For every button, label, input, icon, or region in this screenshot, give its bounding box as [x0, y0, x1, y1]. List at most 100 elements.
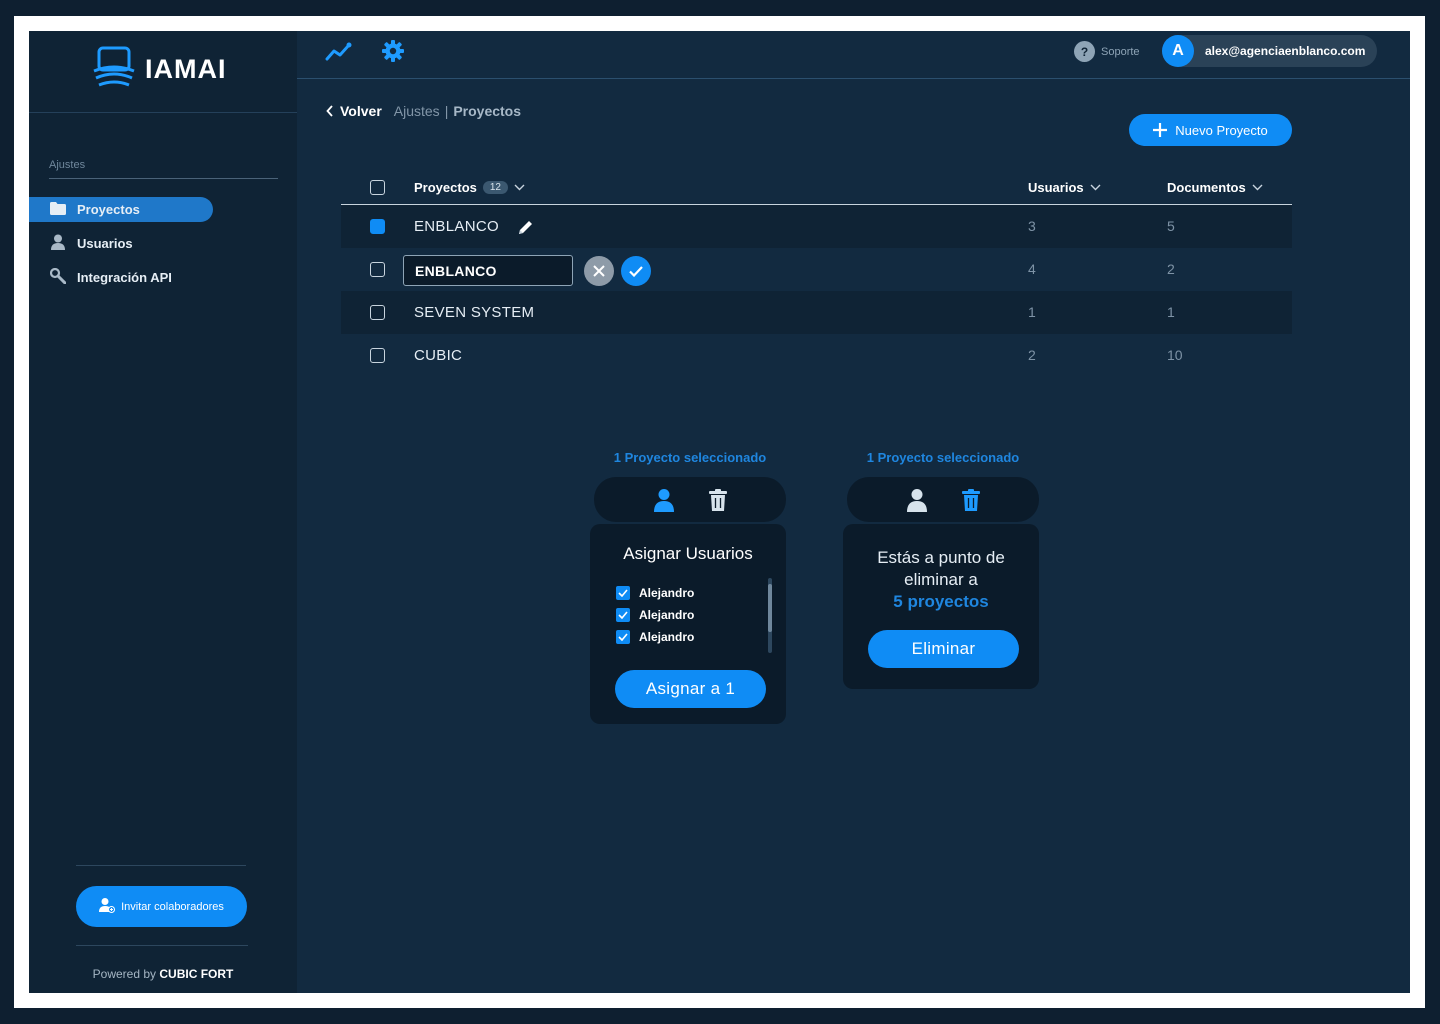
- divider: [49, 178, 278, 179]
- sidebar-item-label: Usuarios: [77, 236, 133, 251]
- sidebar-item-proyectos[interactable]: Proyectos: [29, 197, 213, 222]
- assign-users-card: Asignar Usuarios Alejandro Alejandro Ale…: [590, 524, 786, 724]
- powered-brand: CUBIC FORT: [159, 967, 234, 981]
- divider: [76, 945, 248, 946]
- delete-count: 5 proyectos: [893, 592, 989, 611]
- support-label: Soporte: [1101, 45, 1140, 58]
- users-count: 3: [1028, 218, 1036, 234]
- row-checkbox[interactable]: [370, 219, 385, 234]
- scrollbar[interactable]: [768, 578, 772, 653]
- column-label: Documentos: [1167, 180, 1246, 195]
- user-email: alex@agenciaenblanco.com: [1205, 44, 1366, 58]
- delete-confirm-card: Estás a punto de eliminar a 5 proyectos …: [843, 524, 1039, 689]
- app-window: IAMAI Ajustes Proyectos Usuarios Integra…: [29, 31, 1410, 993]
- support-link[interactable]: ? Soporte: [1074, 41, 1140, 62]
- gear-icon[interactable]: [382, 40, 404, 67]
- user-name: Alejandro: [639, 608, 695, 622]
- row-checkbox[interactable]: [370, 305, 385, 320]
- delete-message-line2: eliminar a: [904, 570, 978, 589]
- chevron-down-icon: [1090, 184, 1101, 191]
- analytics-icon[interactable]: [325, 40, 355, 69]
- users-count: 2: [1028, 347, 1036, 363]
- breadcrumb-separator: |: [444, 103, 449, 119]
- delete-message-line1: Estás a punto de: [877, 548, 1005, 567]
- divider: [297, 78, 1410, 79]
- user-checkbox-row[interactable]: Alejandro: [616, 626, 694, 648]
- trash-icon[interactable]: [962, 488, 980, 511]
- column-header-documentos[interactable]: Documentos: [1167, 180, 1263, 195]
- scrollbar-thumb[interactable]: [768, 584, 772, 632]
- table-row[interactable]: ENBLANCO 3 5: [341, 205, 1292, 248]
- divider: [76, 865, 246, 866]
- pencil-icon[interactable]: [517, 219, 534, 241]
- table-row[interactable]: SEVEN SYSTEM 1 1: [341, 291, 1292, 334]
- user-name: Alejandro: [639, 586, 695, 600]
- row-checkbox[interactable]: [370, 348, 385, 363]
- delete-action-toolbar: [847, 477, 1039, 522]
- table-header: Proyectos 12 Usuarios Documentos: [341, 171, 1292, 205]
- column-header-proyectos[interactable]: Proyectos 12: [414, 180, 525, 195]
- logo-icon: [91, 45, 137, 94]
- user-icon[interactable]: [906, 488, 928, 512]
- users-count: 4: [1028, 261, 1036, 277]
- column-label: Usuarios: [1028, 180, 1084, 195]
- select-all-checkbox[interactable]: [370, 180, 385, 195]
- row-checkbox[interactable]: [370, 262, 385, 277]
- powered-by: Powered by CUBIC FORT: [29, 967, 297, 981]
- add-user-icon: [99, 897, 116, 916]
- breadcrumb: Volver Ajustes | Proyectos: [326, 103, 521, 119]
- delete-button[interactable]: Eliminar: [868, 630, 1019, 668]
- users-count: 1: [1028, 304, 1036, 320]
- new-project-button[interactable]: Nuevo Proyecto: [1129, 114, 1292, 146]
- invite-collaborators-button[interactable]: Invitar colaboradores: [76, 886, 247, 927]
- logo-text: IAMAI: [145, 54, 227, 84]
- table-row[interactable]: CUBIC 2 10: [341, 334, 1292, 377]
- checkbox-checked[interactable]: [616, 586, 630, 600]
- sidebar-item-usuarios[interactable]: Usuarios: [29, 231, 133, 256]
- breadcrumb-parent[interactable]: Ajustes: [394, 103, 440, 119]
- project-name-input[interactable]: [403, 255, 573, 286]
- assign-selection-label: 1 Proyecto seleccionado: [613, 450, 767, 465]
- avatar: A: [1162, 35, 1194, 67]
- checkbox-checked[interactable]: [616, 630, 630, 644]
- user-menu[interactable]: A alex@agenciaenblanco.com: [1162, 35, 1377, 67]
- user-checkbox-row[interactable]: Alejandro: [616, 604, 694, 626]
- back-label: Volver: [340, 103, 382, 119]
- documents-count: 10: [1167, 347, 1183, 363]
- assign-action-toolbar: [594, 477, 786, 522]
- cancel-edit-button[interactable]: [584, 256, 614, 286]
- user-icon[interactable]: [653, 488, 675, 512]
- assign-users-title: Asignar Usuarios: [623, 544, 753, 563]
- user-checkbox-row[interactable]: Alejandro: [616, 582, 694, 604]
- divider: [29, 112, 297, 113]
- assign-button[interactable]: Asignar a 1: [615, 670, 766, 708]
- count-badge: 12: [482, 181, 508, 194]
- confirm-edit-button[interactable]: [621, 256, 651, 286]
- sidebar-item-label: Integración API: [77, 270, 172, 285]
- documents-count: 1: [1167, 304, 1175, 320]
- checkbox-checked[interactable]: [616, 608, 630, 622]
- delete-selection-label: 1 Proyecto seleccionado: [866, 450, 1020, 465]
- wrench-icon: [49, 267, 67, 287]
- column-header-usuarios[interactable]: Usuarios: [1028, 180, 1101, 195]
- user-checklist: Alejandro Alejandro Alejandro: [616, 582, 694, 648]
- table-row[interactable]: 4 2: [341, 248, 1292, 291]
- back-button[interactable]: Volver: [326, 103, 382, 119]
- sidebar: IAMAI Ajustes Proyectos Usuarios Integra…: [29, 31, 297, 993]
- sidebar-section-label: Ajustes: [49, 159, 86, 171]
- sidebar-item-integracion-api[interactable]: Integración API: [29, 265, 172, 290]
- check-icon: [629, 265, 643, 277]
- chevron-left-icon: [326, 105, 333, 117]
- trash-icon[interactable]: [709, 488, 727, 511]
- sidebar-item-label: Proyectos: [77, 202, 140, 217]
- project-name: CUBIC: [414, 347, 463, 364]
- project-name: SEVEN SYSTEM: [414, 304, 535, 321]
- delete-message: Estás a punto de eliminar a 5 proyectos: [843, 547, 1039, 613]
- documents-count: 5: [1167, 218, 1175, 234]
- documents-count: 2: [1167, 261, 1175, 277]
- folder-icon: [50, 201, 66, 218]
- logo[interactable]: IAMAI: [91, 45, 227, 94]
- project-name: ENBLANCO: [414, 218, 499, 235]
- plus-icon: [1153, 123, 1168, 137]
- topbar: ? Soporte A alex@agenciaenblanco.com: [297, 31, 1410, 79]
